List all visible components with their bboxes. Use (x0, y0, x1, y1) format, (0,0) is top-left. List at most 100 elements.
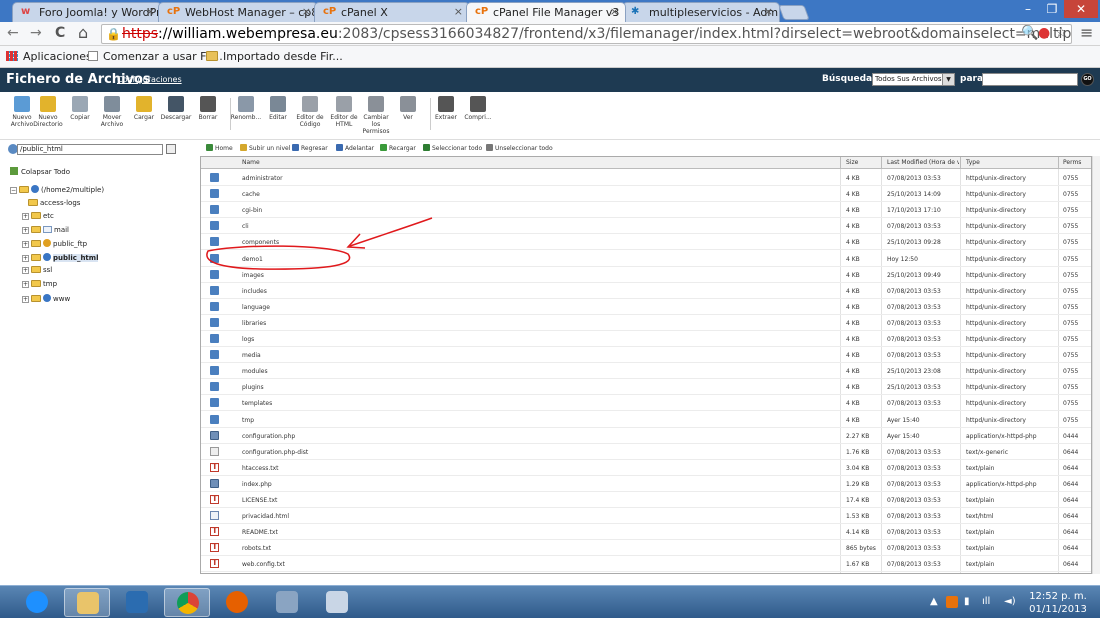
bookmark-comenzar[interactable]: Comenzar a usar Fir... (88, 50, 223, 63)
tool-editor-de-c-digo[interactable]: Editor de Código (293, 96, 327, 128)
close-icon[interactable]: × (302, 5, 311, 18)
column-size[interactable]: Size (846, 159, 858, 166)
tree-item-mail[interactable]: + mail (22, 226, 69, 234)
tree-item-home2-multiple[interactable]: − (/home2/multiple) (10, 185, 104, 194)
new-tab-button[interactable] (778, 5, 810, 20)
tool-descargar[interactable]: Descargar (159, 96, 193, 121)
table-row[interactable]: logs 4 KB 07/08/2013 03:53 httpd/unix-direc… (201, 331, 1091, 347)
nav-unseleccionar-todo[interactable]: Unseleccionar todo (486, 144, 553, 152)
taskbar-network[interactable] (264, 588, 310, 617)
search-scope-select[interactable]: Todos Sus Archivos ▼ (872, 73, 955, 86)
taskbar-word[interactable] (114, 588, 160, 617)
nav-adelantar[interactable]: Adelantar (336, 144, 374, 152)
go-button[interactable]: GO (1081, 73, 1094, 86)
extension-icon[interactable]: ● (1038, 25, 1050, 41)
tool-cambiar-los-permisos[interactable]: Cambiar los Permisos (359, 96, 393, 135)
maximize-button[interactable]: ❐ (1040, 0, 1064, 18)
column-name[interactable]: Name (242, 159, 260, 166)
table-row[interactable]: configuration.php 2.27 KB Ayer 15:40 applic… (201, 428, 1091, 444)
window-close-button[interactable]: ✕ (1064, 0, 1098, 18)
expand-icon[interactable]: + (22, 213, 29, 220)
tool-compri[interactable]: Compri... (461, 96, 495, 121)
close-icon[interactable]: × (146, 5, 155, 18)
path-input[interactable]: /public_html (17, 144, 163, 155)
tool-nuevo-directorio[interactable]: Nuevo Directorio (31, 96, 65, 128)
table-row[interactable]: images 4 KB 25/10/2013 09:49 httpd/unix-dir… (201, 267, 1091, 283)
tree-item-ssl[interactable]: + ssl (22, 266, 52, 274)
table-row[interactable]: media 4 KB 07/08/2013 03:53 httpd/unix-dire… (201, 347, 1091, 364)
expand-icon[interactable]: + (22, 255, 29, 262)
table-row[interactable]: configuration.php-dist 1.76 KB 07/08/2013 … (201, 444, 1091, 460)
tree-item-www[interactable]: + www (22, 294, 70, 303)
taskbar-firefox[interactable] (214, 588, 260, 617)
table-row[interactable]: privacidad.html 1.53 KB 07/08/2013 03:53 te… (201, 508, 1091, 525)
expand-icon[interactable]: + (22, 227, 29, 234)
search-input[interactable] (982, 73, 1078, 86)
table-row[interactable]: cli 4 KB 07/08/2013 03:53 httpd/unix-direct… (201, 218, 1091, 235)
tool-copiar[interactable]: Copiar (63, 96, 97, 121)
table-row[interactable]: cache 4 KB 25/10/2013 14:09 httpd/unix-dire… (201, 186, 1091, 203)
back-icon[interactable]: ← (7, 25, 19, 41)
menu-icon[interactable]: ≡ (1080, 23, 1093, 42)
table-row[interactable]: web.config.txt 1.67 KB 07/08/2013 03:53 tex… (201, 556, 1091, 573)
table-row[interactable]: administrator 4 KB 07/08/2013 03:53 httpd/u… (201, 170, 1091, 186)
show-hidden-icons[interactable]: ▲ (930, 596, 938, 607)
tab-multipleservicios-admin[interactable]: ✱ multipleservicios - Admin × (622, 2, 780, 22)
table-row[interactable]: language 4 KB 07/08/2013 03:53 httpd/unix-d… (201, 299, 1091, 315)
signal-tray-icon[interactable]: ıll (982, 596, 990, 607)
nav-regresar[interactable]: Regresar (292, 144, 328, 152)
tree-item-access-logs[interactable]: access-logs (28, 199, 80, 207)
tool-cargar[interactable]: Cargar (127, 96, 161, 121)
tool-editar[interactable]: Editar (261, 96, 295, 121)
table-row[interactable]: libraries 4 KB 07/08/2013 03:53 httpd/unix-… (201, 315, 1091, 331)
close-icon[interactable]: × (764, 5, 773, 18)
close-icon[interactable]: × (454, 5, 463, 18)
table-row[interactable]: LICENSE.txt 17.4 KB 07/08/2013 03:53 text/p… (201, 492, 1091, 508)
file-list-scrollbar[interactable] (1092, 156, 1100, 574)
forward-icon[interactable]: → (30, 25, 42, 41)
nav-subir-un-nivel[interactable]: Subir un nivel (240, 144, 290, 152)
power-tray-icon[interactable]: ▮ (964, 596, 970, 607)
system-clock[interactable]: 12:52 p. m. 01/11/2013 (1028, 590, 1088, 616)
tab-foro-joomla[interactable]: w Foro Joomla! y WordPress × (12, 2, 162, 22)
nav-seleccionar-todo[interactable]: Seleccionar todo (423, 144, 482, 152)
tree-item-public-html[interactable]: + public_html (22, 253, 99, 262)
expand-icon[interactable]: + (22, 267, 29, 274)
collapse-icon[interactable]: − (10, 187, 17, 194)
table-row[interactable]: plugins 4 KB 25/10/2013 03:53 httpd/unix-di… (201, 379, 1091, 396)
table-row[interactable]: tmp 4 KB Ayer 15:40 httpd/unix-directory 075… (201, 412, 1091, 428)
table-row[interactable]: htaccess.txt 3.04 KB 07/08/2013 03:53 text/… (201, 460, 1091, 476)
table-row[interactable]: index.php 1.29 KB 07/08/2013 03:53 applicat… (201, 476, 1091, 492)
nav-recargar[interactable]: Recargar (380, 144, 416, 152)
table-row[interactable]: demo1 4 KB Hoy 12:50 httpd/unix-directory 07… (201, 251, 1091, 267)
bookmark-star-icon[interactable]: ☆ (1055, 25, 1068, 41)
close-icon[interactable]: × (610, 5, 619, 18)
table-row[interactable]: includes 4 KB 07/08/2013 03:53 httpd/unix-d… (201, 283, 1091, 299)
table-row[interactable]: components 4 KB 25/10/2013 09:28 httpd/unix… (201, 234, 1091, 251)
tool-editor-de-html[interactable]: Editor de HTML (327, 96, 361, 128)
table-row[interactable]: templates 4 KB 07/08/2013 03:53 httpd/unix-… (201, 395, 1091, 412)
expand-icon[interactable]: + (22, 241, 29, 248)
column-type[interactable]: Type (966, 159, 980, 166)
tool-ver[interactable]: Ver (391, 96, 425, 121)
taskbar-explorer[interactable] (64, 588, 110, 617)
table-row[interactable]: cgi-bin 4 KB 17/10/2013 17:10 httpd/unix-di… (201, 202, 1091, 219)
minimize-button[interactable]: – (1016, 0, 1040, 18)
table-row[interactable]: robots.txt 865 bytes 07/08/2013 03:53 text/… (201, 540, 1091, 557)
go-path-icon[interactable] (166, 144, 176, 154)
tab-webhost-manager[interactable]: cP WebHost Manager – cp80 × (158, 2, 318, 22)
column-perms[interactable]: Perms (1063, 159, 1081, 166)
taskbar-ie[interactable] (14, 588, 60, 617)
tree-item-public-ftp[interactable]: + public_ftp (22, 239, 87, 248)
taskbar-chrome[interactable] (164, 588, 210, 617)
volume-icon[interactable]: ◄) (1004, 596, 1016, 607)
address-bar[interactable]: 🔒 https://william.webempresa.eu:2083/cps… (101, 24, 1072, 44)
tool-renomb[interactable]: Renomb... (229, 96, 263, 121)
home-icon[interactable]: ⌂ (78, 23, 88, 42)
tool-borrar[interactable]: Borrar (191, 96, 225, 121)
bookmark-aplicaciones[interactable]: Aplicaciones (6, 50, 92, 63)
tree-item-tmp[interactable]: + tmp (22, 280, 57, 288)
search-icon[interactable]: 🔍 (1021, 25, 1038, 41)
bookmark-importado[interactable]: Importado desde Fir... (206, 50, 343, 63)
reload-icon[interactable]: C (55, 25, 65, 41)
